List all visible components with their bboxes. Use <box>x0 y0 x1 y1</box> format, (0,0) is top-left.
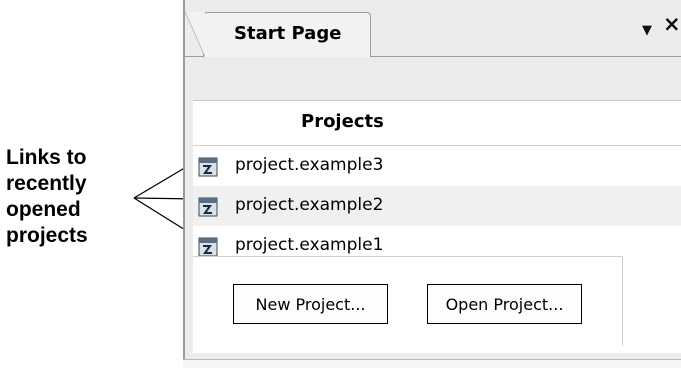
project-file-icon <box>198 157 218 177</box>
callout-annotation: Links to recently opened projects <box>6 145 88 249</box>
recent-project-link[interactable]: project.example2 <box>193 186 681 226</box>
recent-project-label: project.example3 <box>235 155 384 175</box>
project-actions: New Project... Open Project... <box>193 256 623 346</box>
callout-line: Links to <box>6 146 87 169</box>
tab-start-page[interactable]: Start Page <box>185 12 371 57</box>
start-page-panel: Start Page ▼ × Projects project.example3… <box>183 0 681 360</box>
new-project-button[interactable]: New Project... <box>233 284 388 324</box>
callout-line: opened <box>6 198 81 221</box>
recent-project-label: project.example2 <box>235 195 384 215</box>
start-page-content: Projects project.example3 project.exampl… <box>193 100 681 353</box>
close-icon[interactable]: × <box>663 14 681 35</box>
dropdown-icon[interactable]: ▼ <box>642 21 652 41</box>
open-project-button[interactable]: Open Project... <box>427 284 582 324</box>
projects-header: Projects <box>193 101 681 146</box>
recent-project-label: project.example1 <box>235 235 384 255</box>
project-file-icon <box>198 237 218 257</box>
recent-project-link[interactable]: project.example3 <box>193 146 681 186</box>
callout-line: recently <box>6 172 87 195</box>
panel-bottom-edge <box>183 359 681 368</box>
project-file-icon <box>198 197 218 217</box>
tab-title: Start Page <box>234 23 342 44</box>
projects-title: Projects <box>301 111 384 132</box>
callout-line: projects <box>6 224 88 247</box>
